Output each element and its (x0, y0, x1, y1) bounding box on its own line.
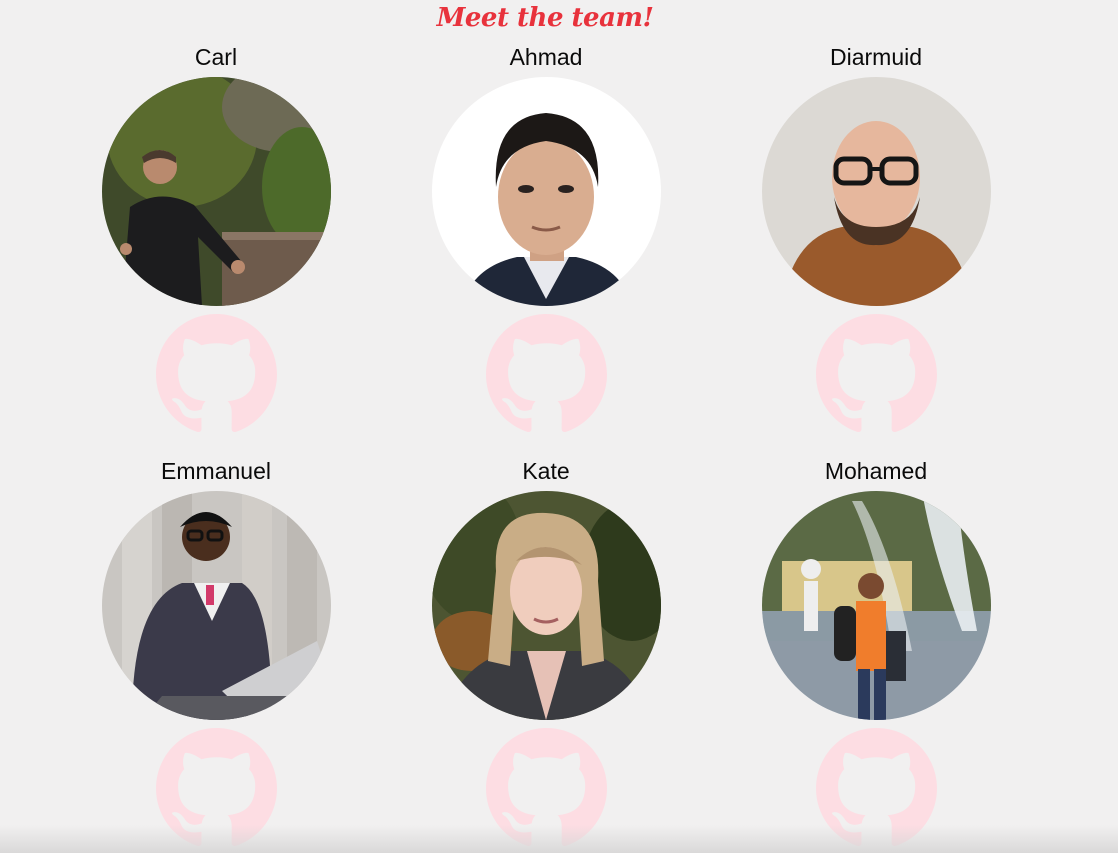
member-name: Diarmuid (829, 44, 923, 70)
github-icon (486, 314, 607, 435)
member-name: Carl (194, 44, 238, 70)
member-photo (101, 491, 331, 720)
team-member-card: Mohamed (756, 457, 996, 849)
team-member-card: Carl (96, 43, 336, 435)
bottom-scroll-shadow (0, 825, 1118, 853)
github-link[interactable] (486, 314, 607, 435)
member-photo (431, 77, 661, 306)
member-photo (101, 77, 331, 306)
member-photo (761, 491, 991, 720)
github-icon (816, 314, 937, 435)
team-page: Meet the team! Carl Ahmad Diarmuid Emman… (0, 0, 1118, 853)
member-name: Kate (522, 458, 570, 484)
team-member-card: Emmanuel (96, 457, 336, 849)
page-title: Meet the team! (436, 3, 654, 33)
member-photo (431, 491, 661, 720)
team-member-card: Ahmad (426, 43, 666, 435)
team-member-card: Kate (426, 457, 666, 849)
github-link[interactable] (156, 314, 277, 435)
member-name: Emmanuel (161, 458, 271, 484)
member-name: Mohamed (824, 458, 928, 484)
member-name: Ahmad (509, 44, 583, 70)
member-photo (761, 77, 991, 306)
github-link[interactable] (816, 314, 937, 435)
github-icon (156, 314, 277, 435)
team-member-card: Diarmuid (756, 43, 996, 435)
